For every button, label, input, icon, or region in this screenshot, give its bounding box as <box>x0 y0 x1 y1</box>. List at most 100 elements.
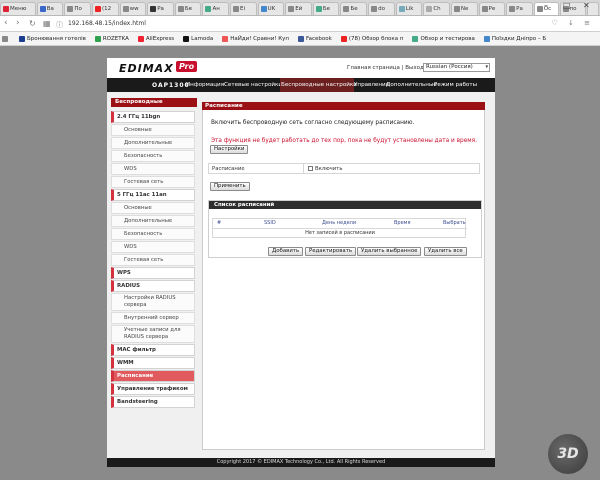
bookmark-item[interactable]: Facebook <box>297 35 332 42</box>
tab-label: Бе <box>322 6 331 12</box>
bookmark-favicon-icon <box>483 35 490 42</box>
browser-tab[interactable]: Бе <box>340 2 368 15</box>
back-icon[interactable]: ‹ <box>4 18 8 28</box>
sidebar-item[interactable]: WDS <box>111 241 195 253</box>
browser-tab[interactable]: Ch <box>423 2 450 15</box>
page-info-icon[interactable]: ⓘ <box>56 20 63 30</box>
sidebar-item[interactable]: Настройки RADIUS сервера <box>111 293 195 311</box>
bookmark-favicon-icon <box>183 35 190 42</box>
apps-grid-icon[interactable]: ▦ <box>43 19 51 28</box>
browser-tab[interactable]: do <box>368 2 395 15</box>
sidebar-item[interactable]: Основные <box>111 202 195 214</box>
col-select: Выбрать <box>443 220 466 226</box>
browser-tab[interactable]: Бе <box>174 2 202 15</box>
browser-tab[interactable]: Ва <box>36 2 64 15</box>
bookmark-item[interactable]: AliExpress <box>137 35 174 42</box>
menu-info[interactable]: Информация <box>186 78 224 92</box>
sidebar-item[interactable]: Bandsteering <box>111 396 195 408</box>
bookmark-item[interactable]: Lamoda <box>183 35 214 42</box>
browser-tab[interactable]: Ра <box>147 2 174 15</box>
col-ssid: SSID <box>264 220 276 226</box>
browser-tab[interactable]: Ей <box>285 2 312 15</box>
browser-tab[interactable]: Ne <box>450 2 478 15</box>
panel-body: Включить беспроводную сеть согласно след… <box>202 110 485 450</box>
tab-label: Lik <box>405 6 414 12</box>
menu-management[interactable]: Управление <box>354 78 389 92</box>
forward-icon[interactable]: › <box>16 18 20 28</box>
sidebar-item[interactable]: MAC фильтр <box>111 344 195 356</box>
tab-label: UK <box>267 6 276 12</box>
menu-wireless[interactable]: Беспроводные настройки <box>280 78 357 92</box>
browser-tab[interactable]: Lik <box>395 2 423 15</box>
browser-tab[interactable]: ww <box>119 2 147 15</box>
sidebar-item[interactable]: Дополнительные <box>111 137 195 149</box>
minimize-icon[interactable]: – <box>544 1 548 10</box>
enable-checkbox[interactable] <box>308 166 313 171</box>
browser-tab[interactable]: Ра <box>506 2 533 15</box>
apply-button[interactable]: Применить <box>210 182 250 191</box>
bookmark-item[interactable]: ROZETKA <box>94 35 129 42</box>
close-window-icon[interactable]: ✕ <box>583 1 590 10</box>
add-button[interactable]: Добавить <box>268 247 304 256</box>
bookmark-label: Обзор и тестирова <box>420 35 475 42</box>
browser-tab[interactable]: По <box>64 2 91 15</box>
schedule-table: # SSID День недели Время Выбрать Нет зап… <box>212 218 467 238</box>
empty-row: Нет записей в расписании <box>213 228 467 238</box>
sidebar-item[interactable]: WMM <box>111 357 195 369</box>
menu-network[interactable]: Сетевые настройки <box>224 78 282 92</box>
intro-text: Включить беспроводную сеть согласно след… <box>211 120 415 126</box>
toolbar-icons[interactable]: ♡ ↓ ≡ <box>552 19 594 27</box>
sidebar-item[interactable]: Расписание <box>111 370 195 382</box>
sidebar-item[interactable]: 5 ГГц 11ac 11an <box>111 189 195 201</box>
menu-advanced[interactable]: Дополнительные <box>386 78 437 92</box>
browser-tab[interactable]: UK <box>257 2 285 15</box>
reload-icon[interactable]: ↻ <box>29 19 36 28</box>
sidebar-item[interactable]: WDS <box>111 163 195 175</box>
page-viewport: EDIMAX Pro Главная страница | Выход Russ… <box>0 46 600 480</box>
sidebar-item[interactable]: RADIUS <box>111 280 195 292</box>
sidebar-item[interactable]: Гостевая сеть <box>111 254 195 266</box>
sidebar-item[interactable]: Безопасность <box>111 150 195 162</box>
bookmark-item[interactable]: Поїздки Дніпро – Б <box>483 35 546 42</box>
tab-favicon-icon <box>371 6 378 12</box>
tab-label: По <box>74 6 82 12</box>
watermark-logo: 3D <box>548 434 588 474</box>
sidebar-item[interactable]: Гостевая сеть <box>111 176 195 188</box>
maximize-icon[interactable]: □ <box>563 1 571 10</box>
settings-button[interactable]: Настройки <box>210 145 249 154</box>
logout-link[interactable]: Выход <box>405 65 424 71</box>
browser-tab[interactable]: Бе <box>312 2 340 15</box>
browser-tab[interactable]: Ан <box>202 2 230 15</box>
sidebar-item[interactable]: Учетные записи для RADIUS сервера <box>111 325 195 343</box>
sidebar-item[interactable]: Основные <box>111 124 195 136</box>
bookmark-item[interactable]: НаЙди! Сравни! Куп <box>222 35 289 42</box>
bookmark-label: Lamoda <box>191 35 214 42</box>
bookmark-item[interactable]: (78) Обзор блока п <box>340 35 403 42</box>
home-link[interactable]: Главная страница <box>347 65 400 71</box>
delete-all-button[interactable]: Удалить все <box>424 247 467 256</box>
tab-favicon-icon <box>288 6 295 12</box>
menu-mode[interactable]: Режим работы <box>434 78 477 92</box>
url-field[interactable]: 192.168.48.15/index.html <box>68 20 146 27</box>
sidebar-item[interactable]: Внутренний сервер <box>111 312 195 324</box>
edit-button[interactable]: Редактировать <box>305 247 357 256</box>
apps-shortcut-icon[interactable] <box>2 35 10 42</box>
sidebar-item[interactable]: WPS <box>111 267 195 279</box>
language-select[interactable]: Russian (Россия) ▾ <box>423 63 490 72</box>
tab-favicon-icon <box>177 6 184 12</box>
browser-tab[interactable]: Меню <box>0 2 36 15</box>
sidebar-item[interactable]: Безопасность <box>111 228 195 240</box>
tab-label: do <box>378 6 385 12</box>
browser-tab[interactable]: (12 <box>92 2 119 15</box>
browser-tab[interactable]: Ei <box>230 2 257 15</box>
sidebar-item[interactable]: Управление трафиком <box>111 383 195 395</box>
tab-label: (12 <box>102 6 112 12</box>
browser-tab[interactable]: Ре <box>478 2 506 15</box>
logo-pro-badge: Pro <box>176 61 198 72</box>
sidebar-item[interactable]: 2.4 ГГц 11bgn <box>111 111 195 123</box>
chevron-down-icon: ▾ <box>485 64 488 70</box>
sidebar-item[interactable]: Дополнительные <box>111 215 195 227</box>
bookmark-item[interactable]: Обзор и тестирова <box>412 35 475 42</box>
bookmark-item[interactable]: Бронювання готелів <box>19 35 86 42</box>
delete-selected-button[interactable]: Удалить выбранное <box>357 247 422 256</box>
